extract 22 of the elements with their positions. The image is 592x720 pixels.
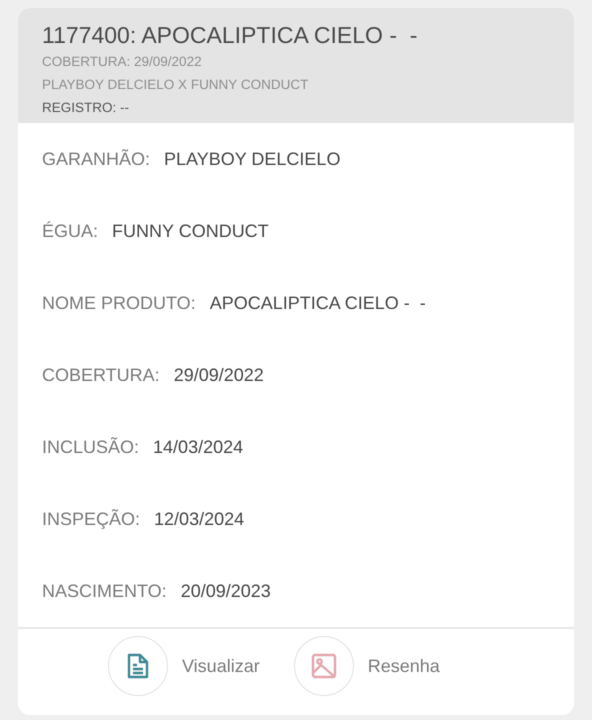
field-label: NOME PRODUTO: xyxy=(42,292,196,314)
field-value: 14/03/2024 xyxy=(153,436,244,458)
field-label: INCLUSÃO: xyxy=(42,436,140,458)
field-value: APOCALIPTICA CIELO - - xyxy=(210,292,426,314)
card-title: 1177400: APOCALIPTICA CIELO - - xyxy=(42,22,418,50)
field-value: 20/09/2023 xyxy=(180,580,271,602)
field-label: ÉGUA: xyxy=(42,220,98,242)
document-icon xyxy=(127,653,149,679)
review-button[interactable]: Resenha xyxy=(294,636,440,696)
image-icon xyxy=(310,653,337,679)
registry-text: REGISTRO: -- xyxy=(42,98,130,117)
field-label: NASCIMENTO: xyxy=(42,580,167,602)
field-label: INSPEÇÃO: xyxy=(42,508,140,531)
card-subtitle: PLAYBOY DELCIELO X FUNNY CONDUCT xyxy=(42,76,310,94)
field-value: 12/03/2024 xyxy=(154,508,244,530)
field-value: PLAYBOY DELCIELO xyxy=(164,148,340,170)
field-label: GARANHÃO: xyxy=(42,148,150,170)
card-subtitle: COBERTURA: 29/09/2022 xyxy=(42,52,203,71)
field-value: 29/09/2022 xyxy=(174,364,264,386)
field-label: COBERTURA: xyxy=(42,364,160,386)
field-value: FUNNY CONDUCT xyxy=(112,220,269,242)
view-button[interactable]: Visualizar xyxy=(108,636,260,696)
